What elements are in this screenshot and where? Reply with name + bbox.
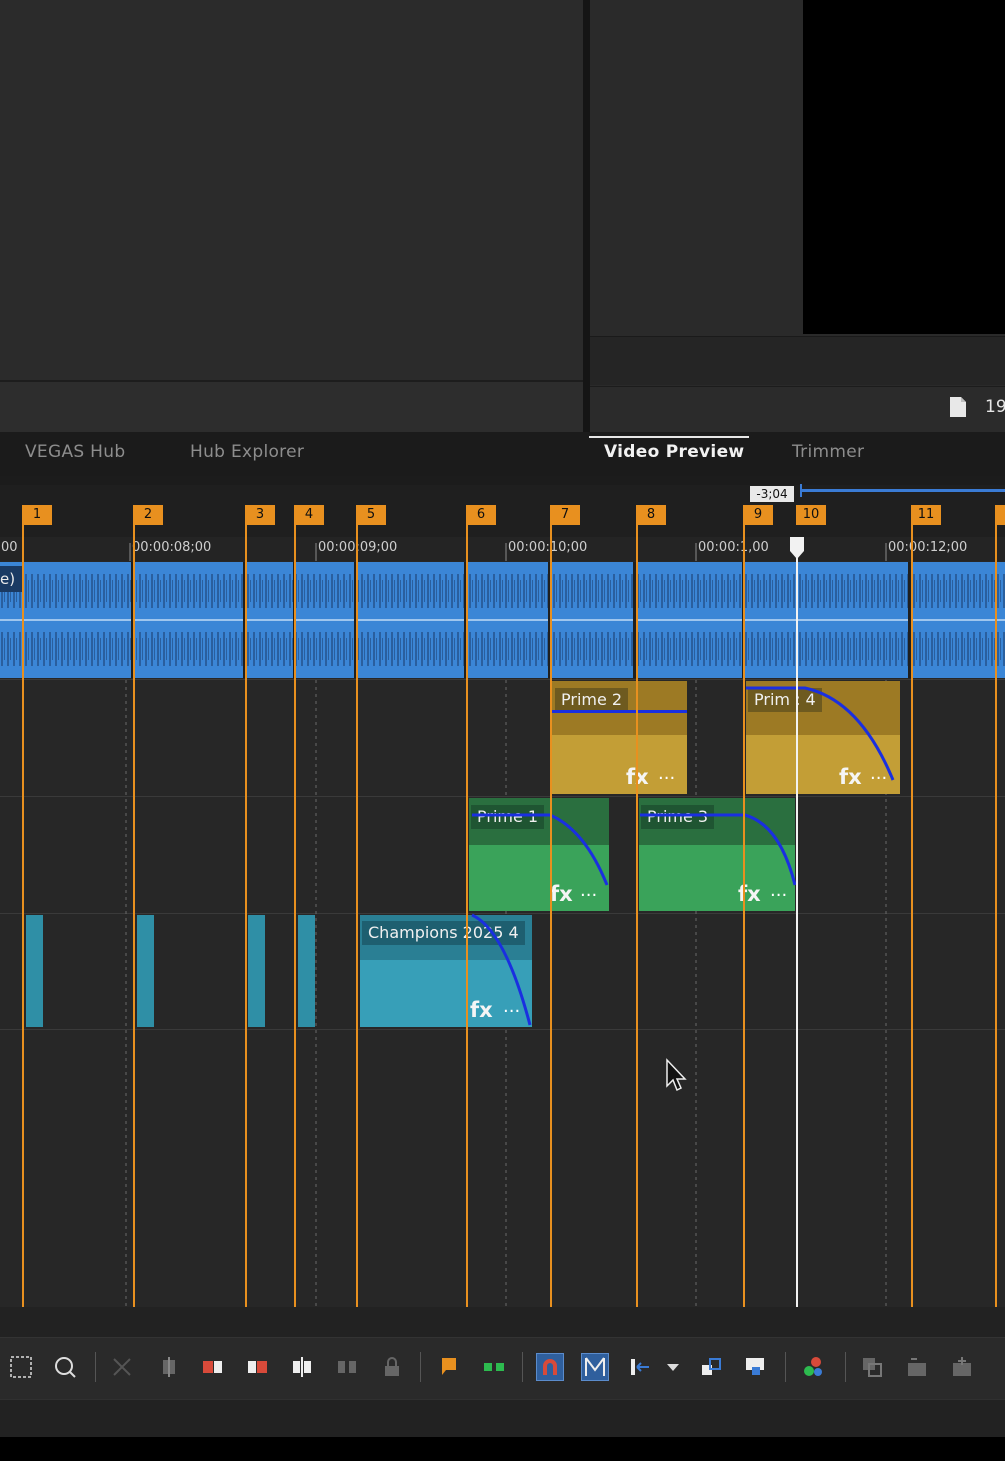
toolbar-divider xyxy=(522,1352,523,1382)
trim-end-icon[interactable] xyxy=(243,1353,271,1381)
auto-ripple-dropdown-chevron-icon[interactable] xyxy=(663,1353,683,1381)
toolbar-divider xyxy=(785,1352,786,1382)
toolbar-divider xyxy=(845,1352,846,1382)
left-docked-panel xyxy=(0,0,583,432)
group-icon[interactable] xyxy=(697,1353,725,1381)
snapping-icon[interactable] xyxy=(536,1353,564,1381)
delete-icon[interactable] xyxy=(108,1353,136,1381)
zoom-tool-icon[interactable] xyxy=(51,1353,79,1381)
marker-lines xyxy=(22,515,997,1307)
video-preview-canvas xyxy=(803,0,1005,334)
trim-icon[interactable] xyxy=(155,1353,183,1381)
insert-region-icon[interactable] xyxy=(480,1353,508,1381)
tab-video-preview[interactable]: Video Preview xyxy=(604,442,744,462)
playhead-handle[interactable] xyxy=(789,536,805,560)
toolbar-divider xyxy=(420,1352,421,1382)
panel-splitter[interactable] xyxy=(583,0,590,432)
tab-hub-explorer[interactable]: Hub Explorer xyxy=(190,442,304,462)
cursor-time-readout: -3;04 xyxy=(750,486,794,502)
toolbar-divider xyxy=(95,1352,96,1382)
preview-status-bar xyxy=(590,386,1005,433)
loop-region-start-handle[interactable] xyxy=(800,484,802,497)
tab-trimmer[interactable]: Trimmer xyxy=(792,442,864,462)
preview-toolbar xyxy=(590,336,1005,385)
tab-vegas-hub[interactable]: VEGAS Hub xyxy=(25,442,125,462)
loop-region-bar[interactable] xyxy=(800,489,1005,492)
trim-start-icon[interactable] xyxy=(198,1353,226,1381)
add-bus-icon[interactable] xyxy=(948,1353,976,1381)
playhead-line[interactable] xyxy=(796,540,798,1307)
insert-marker-icon[interactable] xyxy=(435,1353,463,1381)
split-icon[interactable] xyxy=(288,1353,316,1381)
add-track-icon[interactable] xyxy=(903,1353,931,1381)
color-grading-icon[interactable] xyxy=(799,1353,827,1381)
nest-icon[interactable] xyxy=(858,1353,886,1381)
project-file-icon xyxy=(949,396,967,418)
lock-icon[interactable] xyxy=(378,1353,406,1381)
left-panel-footer xyxy=(0,382,583,432)
screen-bottom-edge xyxy=(0,1437,1005,1461)
timeline-scrollbar-area[interactable] xyxy=(0,1307,1005,1337)
ripple-icon[interactable] xyxy=(333,1353,361,1381)
auto-crossfade-icon[interactable] xyxy=(581,1353,609,1381)
event-pan-crop-icon[interactable] xyxy=(741,1353,769,1381)
preview-resolution-text: 19 xyxy=(985,397,1005,417)
active-tab-indicator xyxy=(589,436,749,438)
mouse-pointer-icon xyxy=(666,1058,687,1092)
status-bar xyxy=(0,1399,1005,1438)
selection-tool-icon[interactable] xyxy=(7,1353,35,1381)
auto-ripple-icon[interactable] xyxy=(626,1353,654,1381)
